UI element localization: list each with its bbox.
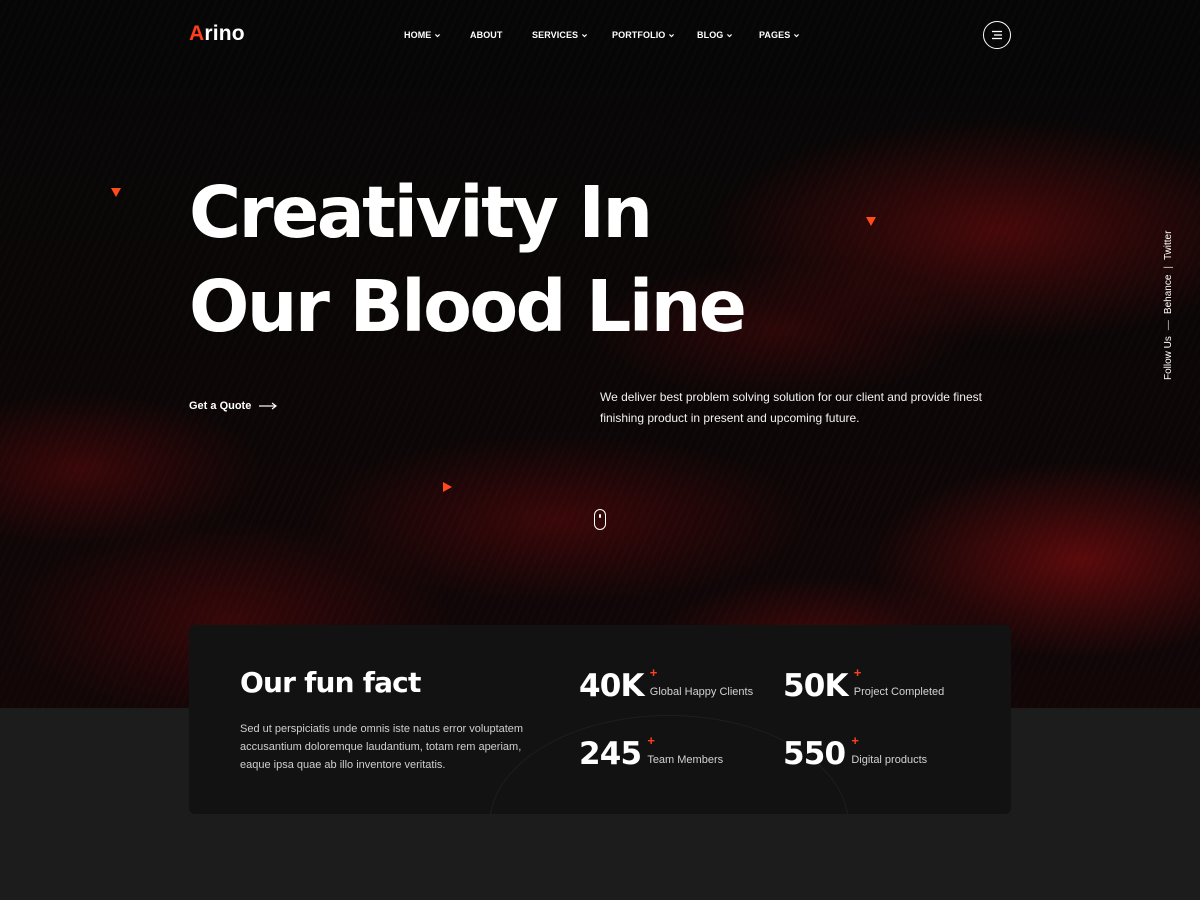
hero-title: Creativity In Our Blood Line [189, 166, 809, 354]
stat-label: Digital products [851, 754, 928, 766]
decor-triangle [866, 217, 876, 226]
plus-icon: + [851, 733, 859, 748]
nav-item-label: BLOG [697, 30, 724, 40]
social-link-behance[interactable]: Behance [1163, 275, 1174, 314]
stat-value: 50K [783, 668, 849, 704]
stat-item: 50K + Project Completed [783, 665, 945, 704]
chevron-down-icon [727, 33, 733, 37]
social-link-twitter[interactable]: Twitter [1163, 231, 1174, 260]
chevron-down-icon [794, 33, 800, 37]
stat-value: 245 [579, 736, 642, 772]
stat-item: 40K + Global Happy Clients [579, 665, 754, 704]
stat-item: 245 + Team Members [579, 733, 724, 772]
divider: — [1163, 320, 1174, 331]
stat-item: 550 + Digital products [783, 733, 928, 772]
nav-item-home[interactable]: HOME [404, 27, 470, 43]
logo-accent-letter: A [189, 22, 205, 45]
hero-texture [0, 0, 1200, 708]
decor-triangle [443, 482, 452, 492]
stat-label: Project Completed [853, 686, 945, 698]
plus-icon: + [853, 665, 862, 680]
main-nav: HOME ABOUT SERVICES PORTFOLIO BLOG PAGES [404, 27, 809, 43]
divider: | [1163, 266, 1174, 269]
logo[interactable]: Arino [189, 22, 245, 46]
hamburger-icon [992, 30, 1002, 40]
social-follow-bar: Follow Us — Behance | Twitter [1163, 231, 1174, 380]
menu-button[interactable] [983, 21, 1011, 49]
chevron-down-icon [669, 33, 675, 37]
nav-item-label: PAGES [759, 30, 791, 40]
scroll-down-mouse-icon[interactable] [594, 509, 606, 530]
nav-item-services[interactable]: SERVICES [532, 27, 612, 43]
nav-item-label: HOME [404, 30, 432, 40]
plus-icon: + [647, 733, 655, 748]
page: Arino HOME ABOUT SERVICES PORTFOLIO BLOG… [0, 0, 1200, 900]
stat-label: Global Happy Clients [649, 686, 754, 698]
nav-item-pages[interactable]: PAGES [759, 27, 809, 43]
fun-fact-card: Our fun fact Sed ut perspiciatis unde om… [189, 625, 1011, 814]
stat-value: 40K [579, 668, 645, 704]
hero-title-line-2: Our Blood Line [189, 265, 747, 348]
nav-item-label: PORTFOLIO [612, 30, 666, 40]
fun-fact-title: Our fun fact [240, 666, 421, 699]
decor-triangle [111, 188, 121, 197]
nav-item-about[interactable]: ABOUT [470, 27, 532, 43]
stat-value: 550 [783, 736, 846, 772]
hero-title-line-1: Creativity In [189, 171, 653, 254]
get-a-quote-link[interactable]: Get a Quote [189, 400, 278, 412]
get-a-quote-label: Get a Quote [189, 400, 252, 412]
nav-item-blog[interactable]: BLOG [697, 27, 759, 43]
follow-us-label: Follow Us [1163, 336, 1174, 380]
chevron-down-icon [582, 33, 588, 37]
arrow-right-icon [259, 402, 278, 410]
chevron-down-icon [435, 33, 441, 37]
hero-description: We deliver best problem solving solution… [600, 390, 982, 425]
nav-item-label: ABOUT [470, 30, 503, 40]
stat-label: Team Members [647, 754, 724, 766]
nav-item-portfolio[interactable]: PORTFOLIO [612, 27, 697, 43]
logo-text: rino [204, 22, 245, 45]
fun-fact-text: Sed ut perspiciatis unde omnis iste natu… [240, 723, 524, 771]
nav-item-label: SERVICES [532, 30, 579, 40]
plus-icon: + [649, 665, 658, 680]
